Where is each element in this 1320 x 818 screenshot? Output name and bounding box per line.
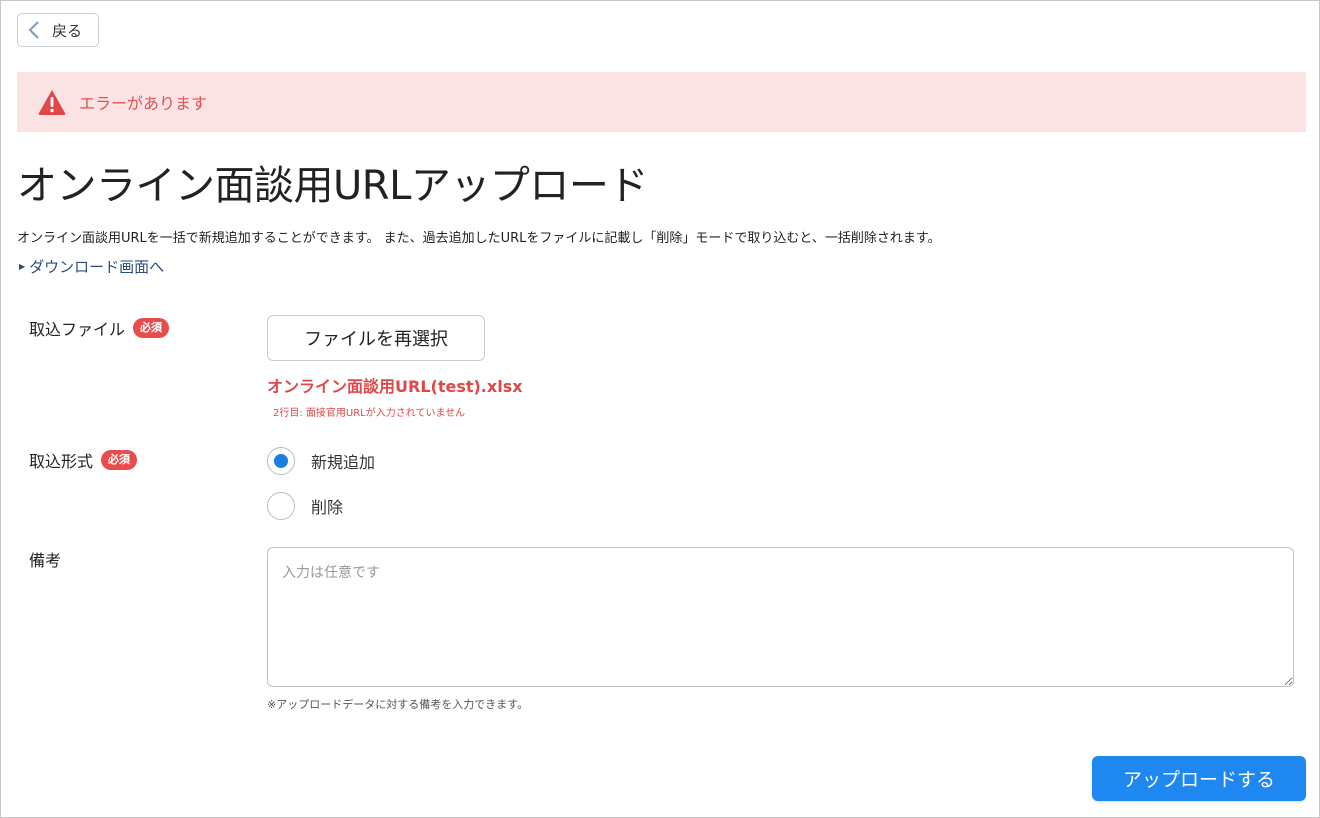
download-page-link[interactable]: ▶ ダウンロード画面へ <box>19 256 164 277</box>
page-title: オンライン面談用URLアップロード <box>17 163 648 209</box>
alert-message: エラーがあります <box>79 94 208 113</box>
file-error-message: 2行目: 面接官用URLが入力されていません <box>273 408 466 419</box>
radio-circle[interactable] <box>267 492 295 520</box>
notes-label-text: 備考 <box>29 551 62 570</box>
required-badge: 必須 <box>133 318 170 338</box>
notes-field-label: 備考 <box>29 547 61 571</box>
chevron-left-icon <box>28 21 39 39</box>
file-label-text: 取込ファイル <box>29 320 126 339</box>
radio-label: 削除 <box>311 498 344 517</box>
page-description: オンライン面談用URLを一括で新規追加することができます。 また、過去追加したU… <box>17 231 941 246</box>
selected-file-name: オンライン面談用URL(test).xlsx <box>267 377 523 396</box>
mode-label-text: 取込形式 <box>29 452 94 471</box>
radio-circle-selected[interactable] <box>267 447 295 475</box>
radio-new-add[interactable]: 新規追加 <box>267 447 375 475</box>
warning-triangle-icon <box>38 90 66 115</box>
mode-field-label: 取込形式 必須 <box>29 448 138 472</box>
back-button[interactable]: 戻る <box>17 13 99 47</box>
download-link-label: ダウンロード画面へ <box>29 258 165 276</box>
page-frame: 戻る エラーがあります オンライン面談用URLアップロード オンライン面談用UR… <box>0 0 1320 818</box>
file-field-label: 取込ファイル 必須 <box>29 316 170 340</box>
notes-hint: ※アップロードデータに対する備考を入力できます。 <box>267 698 529 711</box>
reselect-file-button[interactable]: ファイルを再選択 <box>267 315 485 361</box>
notes-textarea[interactable] <box>267 547 1294 687</box>
radio-delete[interactable]: 削除 <box>267 492 343 520</box>
radio-dot <box>274 454 288 468</box>
upload-button[interactable]: アップロードする <box>1092 756 1306 801</box>
back-button-label: 戻る <box>52 21 83 40</box>
error-alert: エラーがあります <box>17 72 1306 132</box>
radio-label: 新規追加 <box>311 453 376 472</box>
triangle-right-icon: ▶ <box>19 262 26 271</box>
required-badge: 必須 <box>101 450 138 470</box>
